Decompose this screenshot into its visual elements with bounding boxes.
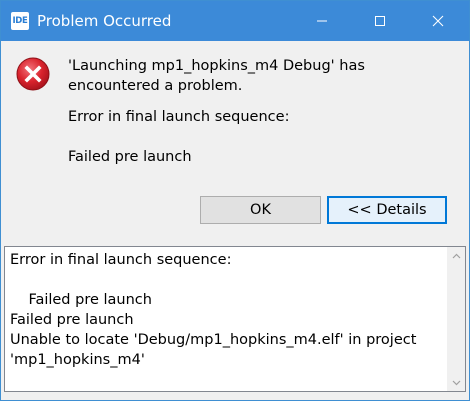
details-text-area[interactable]: Error in final launch sequence: Failed p…	[4, 246, 466, 392]
scroll-up-button[interactable]	[448, 247, 465, 264]
details-text: Error in final launch sequence: Failed p…	[10, 252, 417, 368]
ide-icon: IDE	[11, 12, 29, 30]
chevron-up-icon	[452, 253, 461, 258]
details-scrollbar[interactable]	[447, 247, 465, 391]
minimize-icon	[317, 20, 327, 22]
close-icon	[432, 15, 444, 27]
problem-dialog-window: IDE Problem Occurred 'Launching mp1_hopk…	[0, 0, 470, 401]
chevron-down-icon	[452, 380, 461, 385]
details-toggle-button[interactable]: << Details	[327, 196, 447, 224]
maximize-button[interactable]	[357, 1, 403, 41]
close-button[interactable]	[415, 1, 461, 41]
error-icon	[16, 57, 50, 91]
ok-button[interactable]: OK	[200, 196, 321, 224]
error-detail-reason: Failed pre launch	[68, 149, 192, 165]
minimize-button[interactable]	[299, 1, 345, 41]
scroll-down-button[interactable]	[448, 374, 465, 391]
error-detail-heading: Error in final launch sequence:	[68, 109, 290, 125]
app-icon-label: IDE	[12, 16, 28, 26]
window-title: Problem Occurred	[37, 12, 172, 30]
maximize-icon	[375, 16, 385, 26]
error-message: 'Launching mp1_hopkins_m4 Debug' has enc…	[68, 58, 365, 94]
title-bar[interactable]: IDE Problem Occurred	[1, 1, 469, 41]
